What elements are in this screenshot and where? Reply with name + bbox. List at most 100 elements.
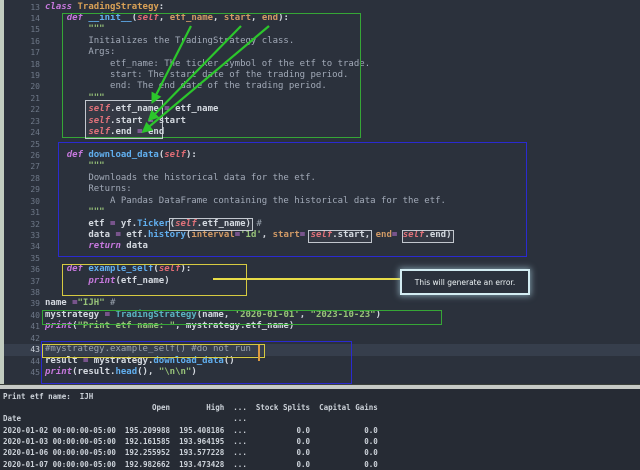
code-text: data = etf.history(interval='1d', start=…	[45, 230, 452, 240]
line-number: 35	[0, 253, 40, 264]
line-number: 14	[0, 13, 40, 24]
code-text: etf = yf.Ticker(self.etf_name) #	[45, 219, 262, 229]
code-text: Downloads the historical data for the et…	[45, 173, 316, 183]
code-line[interactable]: 43 #mystrategy.example_self() #do not run	[0, 344, 640, 355]
code-line[interactable]: 44 result = mystrategy.download_data()	[0, 356, 640, 367]
console-line: 2020-01-03 00:00:00-05:00 192.161585 193…	[3, 436, 378, 447]
code-line[interactable]: 15 """	[0, 24, 640, 35]
line-number: 26	[0, 150, 40, 161]
line-number: 33	[0, 230, 40, 241]
console-output[interactable]: Print etf name: IJH Open High ... Stock …	[0, 389, 640, 470]
console-line: 2020-01-07 00:00:00-05:00 192.982662 193…	[3, 459, 378, 470]
code-line[interactable]: 18 etf_name: The ticker symbol of the et…	[0, 59, 640, 70]
code-text: def __init__(self, etf_name, start, end)…	[45, 13, 289, 23]
code-text: end: The end date of the trading period.	[45, 81, 327, 91]
code-text: return data	[45, 241, 148, 251]
editor-left-scrollbar[interactable]	[0, 0, 4, 384]
line-number: 29	[0, 184, 40, 195]
code-text: self.end = end	[45, 127, 164, 137]
code-line[interactable]: 28 Downloads the historical data for the…	[0, 173, 640, 184]
code-text: result = mystrategy.download_data()	[45, 356, 235, 366]
line-number: 18	[0, 59, 40, 70]
code-line[interactable]: 42	[0, 333, 640, 344]
line-number: 41	[0, 321, 40, 332]
code-text: Returns:	[45, 184, 132, 194]
code-text: """	[45, 93, 105, 103]
code-line[interactable]: 26 def download_data(self):	[0, 150, 640, 161]
code-line[interactable]: 17 Args:	[0, 47, 640, 58]
code-line[interactable]: 41 print("Print etf name: ", mystrategy.e…	[0, 321, 640, 332]
code-text: A Pandas DataFrame containing the histor…	[45, 196, 446, 206]
code-line[interactable]: 25	[0, 139, 640, 150]
line-number: 15	[0, 24, 40, 35]
line-number: 43	[0, 344, 40, 355]
code-line[interactable]: 19 start: The start date of the trading …	[0, 70, 640, 81]
code-text: Args:	[45, 47, 115, 57]
code-line[interactable]: 35	[0, 253, 640, 264]
code-line[interactable]: 34 return data	[0, 241, 640, 252]
line-number: 25	[0, 139, 40, 150]
code-line[interactable]: 21 """	[0, 93, 640, 104]
line-number: 36	[0, 264, 40, 275]
code-text: self.start = start	[45, 116, 186, 126]
code-line[interactable]: 30 A Pandas DataFrame containing the his…	[0, 196, 640, 207]
code-line[interactable]: 23 self.start = start	[0, 116, 640, 127]
code-line[interactable]: 16 Initializes the TradingStrategy class…	[0, 36, 640, 47]
code-text: #mystrategy.example_self() #do not run	[45, 344, 251, 354]
line-number: 32	[0, 219, 40, 230]
code-text: start: The start date of the trading per…	[45, 70, 348, 80]
console-line: 2020-01-02 00:00:00-05:00 195.209988 195…	[3, 425, 378, 436]
code-line[interactable]: 36 def example_self(self):	[0, 264, 640, 275]
line-number: 16	[0, 36, 40, 47]
code-line[interactable]: 27 """	[0, 161, 640, 172]
code-line[interactable]: 13class TradingStrategy:	[0, 2, 640, 13]
code-text: """	[45, 24, 105, 34]
code-text: """	[45, 207, 105, 217]
code-text: mystrategy = TradingStrategy(name, '2020…	[45, 310, 381, 320]
code-line[interactable]: 40 mystrategy = TradingStrategy(name, '20…	[0, 310, 640, 321]
code-editor[interactable]: 13class TradingStrategy:14 def __init__(…	[0, 0, 640, 384]
code-line[interactable]: 45print(result.head(), "\n\n")	[0, 367, 640, 378]
code-line[interactable]: 33 data = etf.history(interval='1d', sta…	[0, 230, 640, 241]
code-line[interactable]: 24 self.end = end	[0, 127, 640, 138]
line-number: 40	[0, 310, 40, 321]
line-number: 20	[0, 81, 40, 92]
console-line: Open High ... Stock Splits Capital Gains	[3, 402, 378, 413]
line-number: 42	[0, 333, 40, 344]
code-line[interactable]: 38	[0, 287, 640, 298]
line-number: 30	[0, 196, 40, 207]
code-text: class TradingStrategy:	[45, 2, 164, 12]
line-number: 34	[0, 241, 40, 252]
line-number: 22	[0, 104, 40, 115]
pane-splitter[interactable]	[0, 384, 640, 389]
line-number: 45	[0, 367, 40, 378]
line-number: 44	[0, 356, 40, 367]
code-text: etf_name: The ticker symbol of the etf t…	[45, 59, 370, 69]
code-text: print("Print etf name: ", mystrategy.etf…	[45, 321, 294, 331]
console-line: 2020-01-06 00:00:00-05:00 192.255952 193…	[3, 447, 378, 458]
code-line[interactable]: 32 etf = yf.Ticker(self.etf_name) #	[0, 219, 640, 230]
code-text: Initializes the TradingStrategy class.	[45, 36, 294, 46]
console-line: Print etf name: IJH	[3, 391, 378, 402]
line-number: 17	[0, 47, 40, 58]
line-number: 27	[0, 161, 40, 172]
code-lines: 13class TradingStrategy:14 def __init__(…	[0, 2, 640, 379]
code-text: print(etf_name)	[45, 276, 170, 286]
line-number: 23	[0, 116, 40, 127]
code-text: self.etf_name = etf_name	[45, 104, 218, 114]
line-number: 21	[0, 93, 40, 104]
code-text: """	[45, 161, 105, 171]
code-line[interactable]: 39name ="IJH" #	[0, 298, 640, 309]
line-number: 24	[0, 127, 40, 138]
ide-window: { "colors": { "editor_bg": "#2b313c", "c…	[0, 0, 640, 470]
line-number: 37	[0, 276, 40, 287]
code-line[interactable]: 29 Returns:	[0, 184, 640, 195]
code-line[interactable]: 37 print(etf_name)	[0, 276, 640, 287]
line-number: 28	[0, 173, 40, 184]
code-line[interactable]: 20 end: The end date of the trading peri…	[0, 81, 640, 92]
console-line: Date ...	[3, 413, 378, 424]
code-line[interactable]: 14 def __init__(self, etf_name, start, e…	[0, 13, 640, 24]
code-line[interactable]: 31 """	[0, 207, 640, 218]
code-line[interactable]: 22 self.etf_name = etf_name	[0, 104, 640, 115]
line-number: 19	[0, 70, 40, 81]
